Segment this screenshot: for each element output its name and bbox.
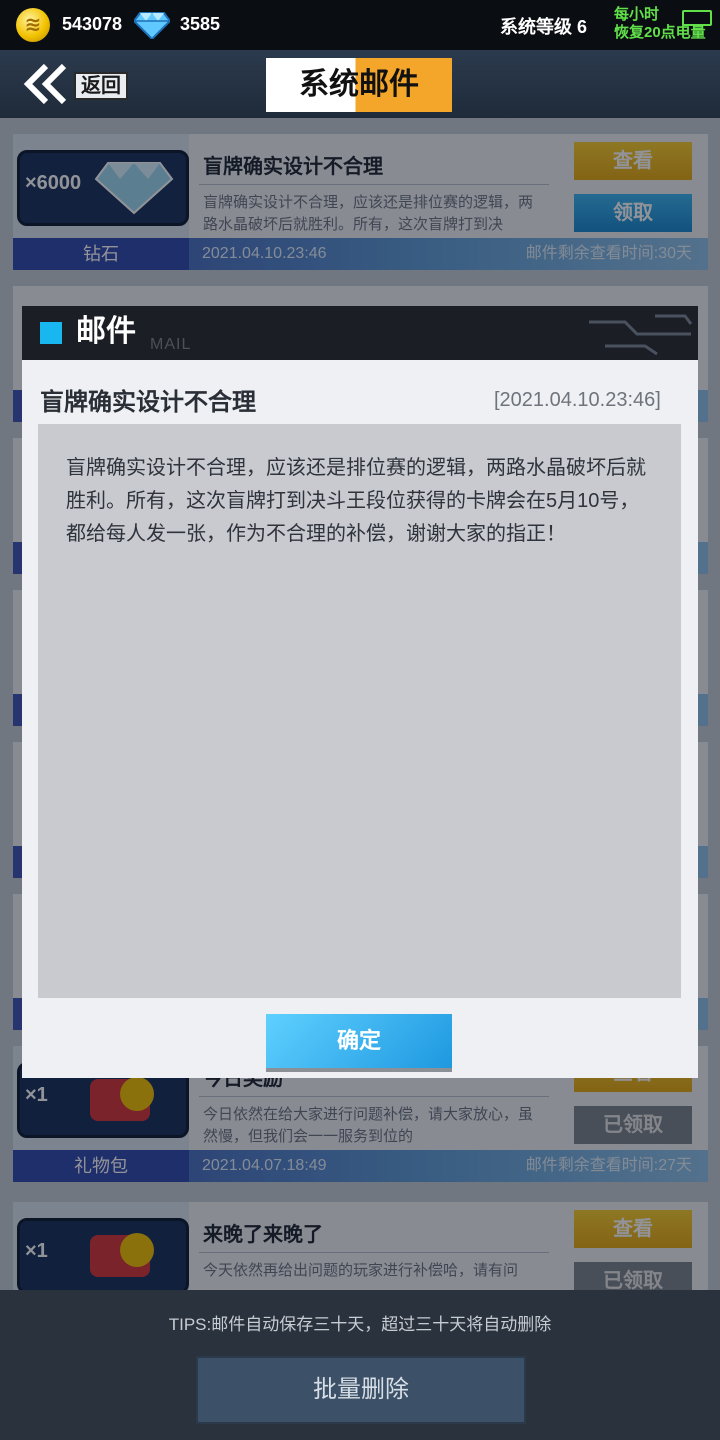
dialog-mail-body: 盲牌确实设计不合理，应该还是排位赛的逻辑，两路水晶破坏后就胜利。所有，这次盲牌打…	[66, 457, 646, 545]
batch-delete-button[interactable]: 批量删除	[196, 1356, 526, 1424]
dialog-mail-date: [2021.04.10.23:46]	[494, 389, 661, 411]
energy-recover-label: 每小时	[614, 6, 660, 23]
header-decoration-icon	[589, 314, 693, 356]
energy-recover-amount: 恢复20点电量	[614, 24, 706, 41]
dialog-subtitle: MAIL	[150, 336, 192, 353]
page-title: 系统邮件	[299, 68, 419, 101]
dialog-mail-title: 盲牌确实设计不合理	[40, 389, 256, 416]
gold-coin-icon: ≋	[16, 8, 50, 42]
diamond-icon	[134, 12, 170, 39]
system-level: 系统等级 6	[500, 17, 588, 37]
dialog-title: 邮件	[76, 315, 136, 348]
confirm-button[interactable]: 确定	[266, 1014, 452, 1072]
back-arrow-icon[interactable]	[20, 62, 72, 106]
page-title-box: 系统邮件	[266, 58, 452, 112]
battery-icon	[682, 10, 712, 26]
header-square-icon	[40, 322, 62, 344]
back-button[interactable]: 返回	[74, 72, 128, 100]
tips-text: TIPS:邮件自动保存三十天，超过三十天将自动删除	[168, 1315, 552, 1334]
diamond-amount: 3585	[180, 14, 221, 34]
gold-amount: 543078	[62, 14, 123, 34]
